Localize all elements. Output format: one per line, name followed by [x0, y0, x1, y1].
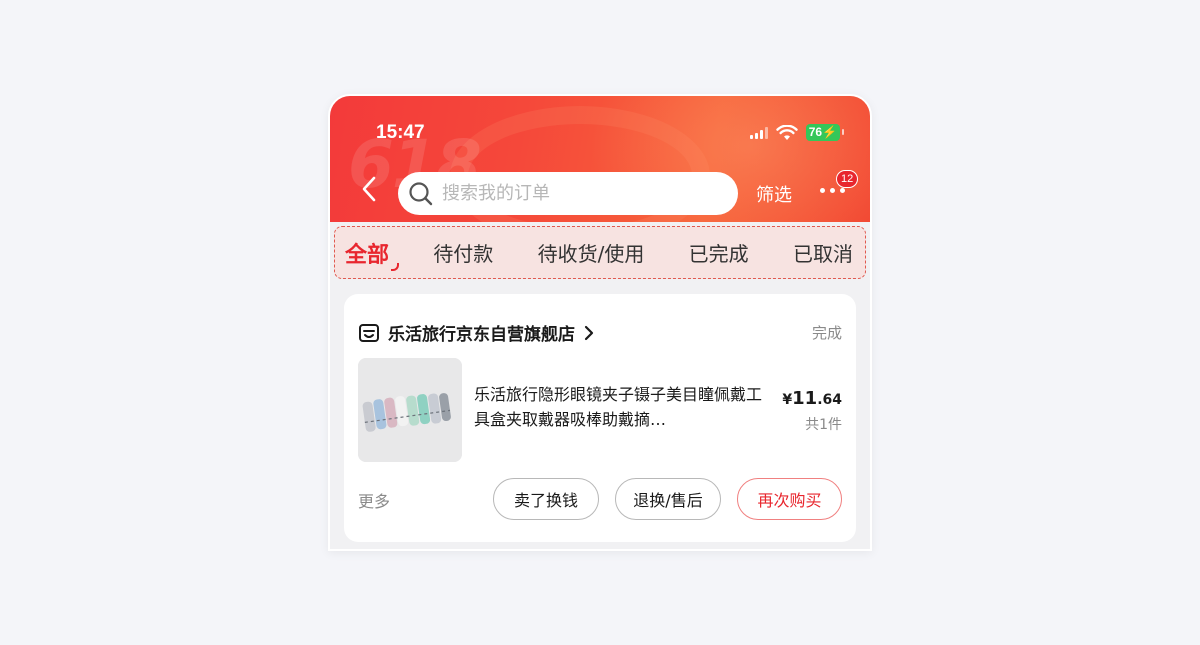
return-exchange-button[interactable]: 退换/售后	[615, 478, 721, 520]
shop-name: 乐活旅行京东自营旗舰店	[388, 325, 575, 345]
tab-cancelled[interactable]: 已取消	[793, 238, 853, 267]
product-image[interactable]	[358, 358, 462, 462]
price-symbol: ¥	[782, 392, 793, 408]
charging-bolt-icon: ⚡	[822, 125, 837, 139]
wifi-icon	[775, 124, 798, 140]
search-box[interactable]	[398, 172, 738, 215]
sell-button[interactable]: 卖了换钱	[493, 478, 599, 520]
item-quantity: 共1件	[805, 417, 842, 433]
tab-completed[interactable]: 已完成	[689, 238, 749, 267]
search-input[interactable]	[442, 183, 738, 204]
product-title[interactable]: 乐活旅行隐形眼镜夹子镊子美目瞳佩戴工具盒夹取戴器吸棒助戴摘…	[474, 382, 774, 432]
shop-link[interactable]: 乐活旅行京东自营旗舰店	[358, 320, 595, 345]
filter-button[interactable]: 筛选	[756, 181, 792, 207]
tab-all[interactable]: 全部	[345, 237, 400, 271]
product-price: ¥11.64	[782, 388, 842, 409]
tab-pending-payment[interactable]: 待付款	[433, 238, 493, 267]
status-time: 15:47	[376, 122, 425, 143]
tab-label: 全部	[345, 242, 390, 268]
status-icons: 76⚡	[749, 124, 845, 141]
order-tabs: 全部 待付款 待收货/使用 已完成 已取消	[334, 226, 866, 279]
price-integer: 11	[792, 388, 818, 409]
more-actions-link[interactable]: 更多	[358, 488, 390, 512]
order-card: 乐活旅行京东自营旗舰店 完成 乐活旅行隐形眼镜夹子镊子美目瞳佩戴工具盒夹取戴器吸…	[344, 294, 856, 542]
notification-badge: 12	[836, 170, 859, 188]
search-icon	[409, 181, 433, 205]
header-banner: 618 15:47 76⚡ 搜索我的订单 筛选 12	[330, 96, 870, 222]
back-button[interactable]	[358, 174, 382, 204]
battery-icon: 76⚡	[805, 124, 845, 141]
battery-level: 76	[808, 125, 823, 139]
back-icon	[362, 176, 376, 202]
more-icon[interactable]	[820, 188, 845, 193]
active-tab-indicator	[391, 262, 400, 271]
signal-icon	[749, 126, 768, 139]
screen-background: 618 15:47 76⚡ 搜索我的订单 筛选 12 全部 待付款 待收货/使用…	[0, 0, 1200, 645]
price-decimal: .64	[817, 392, 842, 408]
chevron-right-icon	[584, 325, 594, 340]
tab-pending-receipt[interactable]: 待收货/使用	[538, 238, 645, 267]
store-icon	[359, 323, 379, 342]
order-status: 完成	[811, 324, 842, 342]
phone-frame: 618 15:47 76⚡ 搜索我的订单 筛选 12 全部 待付款 待收货/使用…	[328, 94, 872, 551]
buy-again-button[interactable]: 再次购买	[737, 478, 842, 520]
product-thumbnail-icon	[358, 358, 462, 462]
